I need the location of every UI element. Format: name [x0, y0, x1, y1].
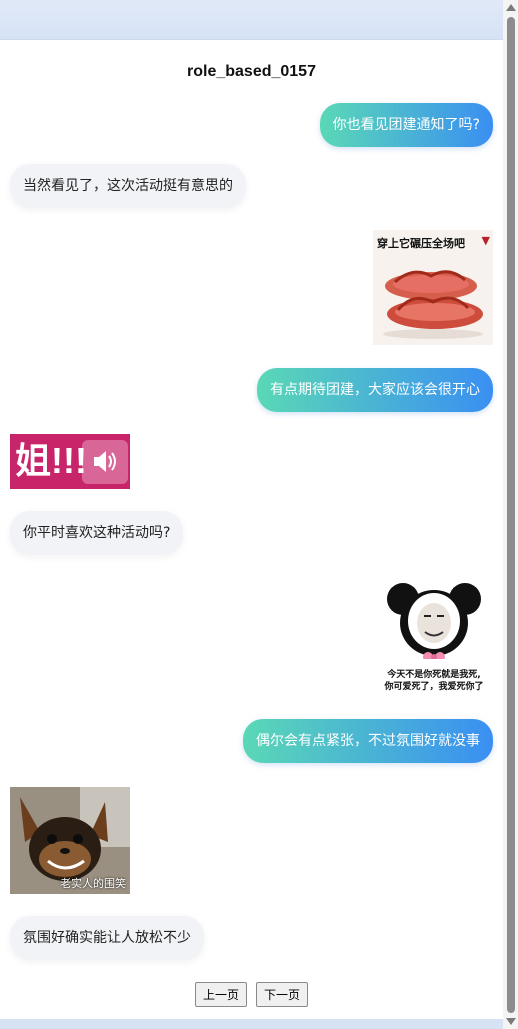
message-bubble-received: 你平时喜欢这种活动吗? — [10, 511, 184, 555]
sticker-caption: 穿上它碾压全场吧 — [377, 237, 465, 250]
message-bubble-received: 氛围好确实能让人放松不少 — [10, 916, 204, 960]
pagination: 上一页 下一页 — [0, 982, 503, 1007]
sticker-caption: 姐!!! — [15, 440, 87, 481]
prev-page-button[interactable]: 上一页 — [194, 982, 247, 1007]
message-bubble-sent: 偶尔会有点紧张，不过氛围好就没事 — [243, 719, 493, 763]
message-bubble-sent: 有点期待团建，大家应该会很开心 — [257, 368, 493, 412]
scrollbar-thumb[interactable] — [507, 17, 515, 1013]
sandals-illustration — [383, 270, 483, 339]
panda-face-illustration — [387, 583, 481, 662]
volume-icon — [82, 440, 128, 484]
sticker-image-sandals[interactable]: 穿上它碾压全场吧 ▼ — [373, 230, 493, 345]
scroll-down-icon[interactable] — [506, 1018, 516, 1025]
next-page-button[interactable]: 下一页 — [256, 982, 309, 1007]
message-bubble-sent: 你也看见团建通知了吗? — [319, 103, 493, 147]
message-bubble-received: 当然看见了，这次活动挺有意思的 — [10, 164, 246, 208]
sticker-image-panda[interactable]: 今天不是你死就是我死, 你可爱死了，我爱死你了 — [373, 577, 493, 692]
sticker-caption-line2: 你可爱死了，我爱死你了 — [384, 682, 484, 692]
sticker-image-dog[interactable]: 老实人的围笑 — [10, 787, 130, 894]
bottom-banner — [0, 1019, 503, 1029]
scroll-up-icon[interactable] — [506, 4, 516, 11]
page-title: role_based_0157 — [187, 63, 316, 80]
vertical-scrollbar[interactable] — [503, 0, 518, 1029]
high-heel-emoji-icon: ▼ — [481, 234, 490, 247]
sticker-image-sister[interactable]: 姐!!! — [10, 434, 130, 489]
sticker-caption: 老实人的围笑 — [60, 877, 126, 890]
top-banner — [0, 0, 503, 40]
